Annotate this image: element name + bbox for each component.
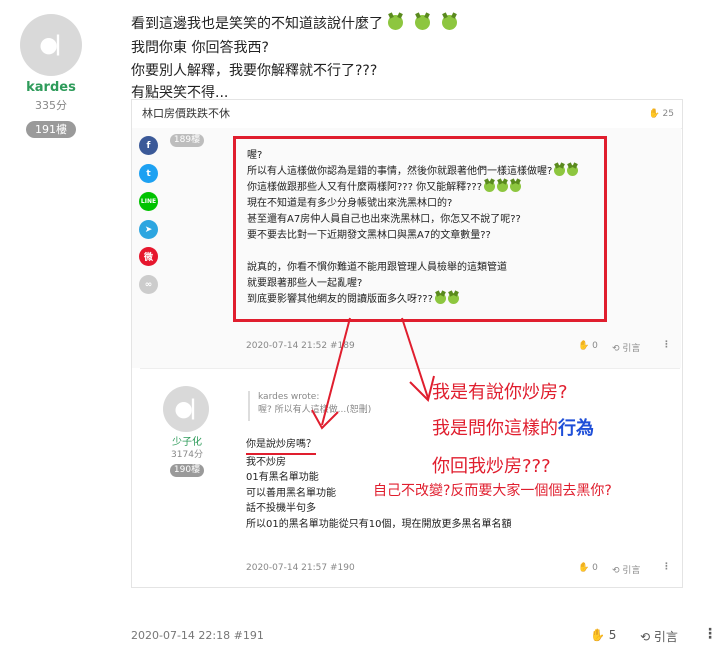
annotation-line-3: 你回我炒房??? <box>432 456 551 477</box>
annotation-line-1: 我是有說你炒房? <box>432 382 568 403</box>
like-button[interactable]: ✋ 5 <box>590 628 616 642</box>
annotation-line-4: 自己不改變?反而要大家一個個去黑你? <box>373 483 612 499</box>
annotation-arrows <box>311 317 435 430</box>
quote-button[interactable]: ⟲ 引言 <box>640 628 678 645</box>
like-icon: ✋ <box>590 628 605 642</box>
more-menu-icon[interactable]: ⋮ <box>703 626 717 642</box>
quote-icon: ⟲ <box>640 630 651 644</box>
post-timestamp: 2020-07-14 22:18 #191 <box>131 629 264 642</box>
annotation-line-2: 我是問你這樣的行為 <box>432 418 594 439</box>
